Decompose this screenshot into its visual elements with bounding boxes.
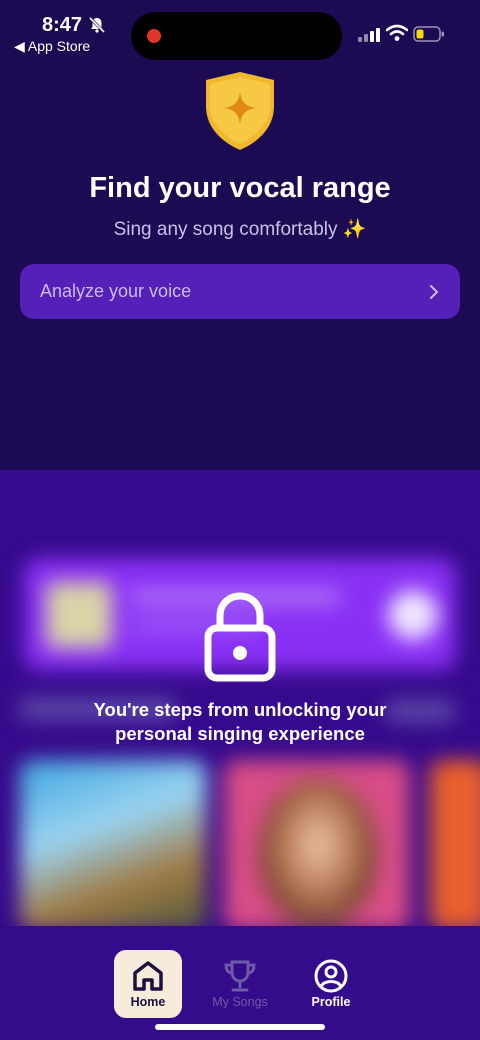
tab-home[interactable]: Home	[114, 950, 182, 1018]
analyze-voice-button[interactable]: Analyze your voice	[20, 264, 460, 319]
recording-indicator-icon	[147, 29, 161, 43]
home-icon	[133, 961, 163, 991]
profile-icon	[314, 959, 348, 993]
page-subtitle: Sing any song comfortably ✨	[113, 219, 367, 240]
bell-muted-icon	[88, 16, 106, 34]
cellular-signal-icon	[358, 28, 380, 42]
wifi-icon	[386, 24, 408, 41]
tab-home-label: Home	[130, 995, 166, 1009]
back-to-app-store-link[interactable]: ◀ App Store	[14, 38, 90, 55]
shield-badge-icon	[206, 72, 274, 150]
locked-content-area: You're steps from unlocking your persona…	[0, 470, 480, 926]
tab-my-songs-label: My Songs	[212, 995, 268, 1009]
home-indicator	[155, 1024, 325, 1030]
tab-my-songs[interactable]: My Songs	[206, 950, 274, 1018]
bottom-tab-bar: Home My Songs Profile	[0, 926, 480, 1040]
tab-profile-label: Profile	[311, 995, 351, 1009]
lock-icon	[204, 592, 276, 682]
status-time: 8:47	[42, 14, 83, 36]
analyze-voice-label: Analyze your voice	[40, 281, 192, 301]
status-bar: 8:47 ◀ App Store	[0, 0, 480, 62]
chevron-right-icon	[430, 284, 439, 299]
tab-profile[interactable]: Profile	[297, 950, 365, 1018]
battery-icon	[413, 26, 444, 42]
page-title: Find your vocal range	[89, 172, 391, 204]
unlock-message: You're steps from unlocking your persona…	[93, 699, 387, 744]
trophy-icon	[224, 960, 256, 992]
dynamic-island	[131, 12, 342, 60]
